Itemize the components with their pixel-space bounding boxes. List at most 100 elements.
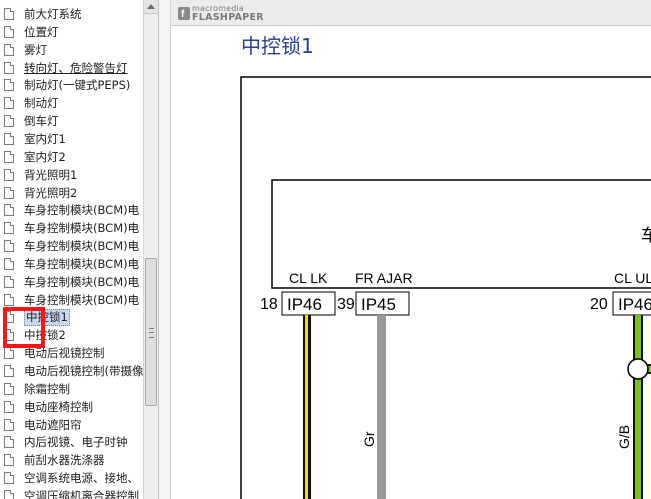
- tree-item-label: 空调系统电源、接地、: [24, 471, 139, 486]
- tree-item-label: 除霜控制: [24, 381, 70, 396]
- tree-item-label: 内后视镜、电子时钟: [24, 435, 128, 450]
- document-icon: [4, 8, 14, 20]
- document-icon: [4, 454, 14, 467]
- tree-item-label: 车身控制模块(BCM)电: [24, 256, 140, 271]
- tree-item-label: 位置灯: [24, 24, 59, 39]
- tree-item-label: 车身控制模块(BCM)电: [24, 203, 140, 218]
- tree-item-label: 雾灯: [24, 42, 47, 57]
- document-outline-tree: 前大灯系统 位置灯 雾灯 转向灯、危险警告灯 制动灯(一键式PEPS) 制动灯 倒车灯 室内灯…: [0, 0, 143, 499]
- wiring-diagram: 车 CL LK FR AJAR CL UL 18 39 20 IP46 IP45…: [240, 76, 651, 499]
- tree-item[interactable]: 空调压缩机离合器控制: [0, 487, 143, 499]
- tree-item-label: 电动遮阳帘: [24, 417, 82, 432]
- tree-item-label: 电动座椅控制: [24, 399, 93, 414]
- tree-item[interactable]: 车身控制模块(BCM)电: [0, 237, 143, 255]
- tree-item-label: 转向灯、危险警告灯: [24, 60, 128, 75]
- pin-signal-fr-ajar: FR AJAR: [355, 270, 413, 286]
- document-icon: [4, 150, 14, 163]
- document-icon: [4, 97, 14, 110]
- document-icon: [4, 436, 14, 449]
- tree-item[interactable]: 电动座椅控制: [0, 398, 143, 416]
- tree-scrollbar[interactable]: [143, 0, 158, 499]
- tree-item[interactable]: 车身控制模块(BCM)电: [0, 273, 143, 291]
- document-icon: [4, 25, 14, 38]
- tree-item-label: 背光照明2: [24, 185, 78, 200]
- wire-gray: [377, 315, 386, 499]
- tree-item[interactable]: 内后视镜、电子时钟: [0, 433, 143, 451]
- document-icon: [4, 115, 14, 128]
- flashpaper-viewer: f macromedia FLASHPAPER 中控锁1 车 CL LK FR …: [158, 0, 651, 499]
- pin-signal-cl-lk: CL LK: [289, 270, 328, 286]
- document-icon: [4, 204, 14, 217]
- tree-item-label: 前刮水器洗涤器: [24, 453, 105, 468]
- tree-item[interactable]: 除霜控制: [0, 380, 143, 398]
- wire-yellow-stripe: [305, 315, 308, 499]
- document-icon: [4, 186, 14, 199]
- tree-item[interactable]: 车身控制模块(BCM)电: [0, 201, 143, 219]
- tree-item-label: 车身控制模块(BCM)电: [24, 221, 140, 236]
- tree-item-label: 前大灯系统: [24, 7, 82, 21]
- document-icon: [4, 61, 14, 74]
- document-icon: [4, 489, 14, 499]
- document-icon: [4, 275, 14, 288]
- module-box: [271, 179, 651, 289]
- document-icon: [4, 222, 14, 235]
- tree-item[interactable]: 位置灯: [0, 23, 143, 41]
- tree-item-label: 电动后视镜控制(带摄像: [24, 364, 143, 378]
- tree-item-label: 室内灯2: [24, 149, 66, 164]
- document-icon: [4, 293, 14, 306]
- tree-item[interactable]: 倒车灯: [0, 112, 143, 130]
- module-label: 车: [641, 226, 651, 245]
- tree-item[interactable]: 制动灯: [0, 94, 143, 112]
- document-icon: [4, 257, 14, 270]
- wire-color-gr: Gr: [361, 431, 377, 447]
- tree-item[interactable]: 背光照明1: [0, 166, 143, 184]
- pin-number-20: 20: [590, 296, 608, 313]
- document-icon: [4, 472, 14, 485]
- connector-label-ip45: IP45: [361, 295, 396, 314]
- wire-green-stripe: [635, 315, 641, 499]
- tree-item-label: 背光照明1: [24, 167, 78, 182]
- tree-item[interactable]: 电动后视镜控制(带摄像: [0, 362, 143, 380]
- pin-number-18: 18: [260, 296, 278, 313]
- document-icon: [4, 79, 14, 92]
- tree-item[interactable]: 室内灯2: [0, 148, 143, 166]
- wire-color-g-b: G/B: [616, 425, 632, 449]
- tree-item[interactable]: 车身控制模块(BCM)电: [0, 219, 143, 237]
- grip-icon: [149, 328, 154, 338]
- tree-item[interactable]: 车身控制模块(BCM)电: [0, 291, 143, 309]
- tree-item-label: 空调压缩机离合器控制: [24, 488, 139, 499]
- tree-item[interactable]: 室内灯1: [0, 130, 143, 148]
- tree-item-label: 车身控制模块(BCM)电: [24, 239, 140, 254]
- tree-item[interactable]: 转向灯、危险警告灯: [0, 59, 143, 77]
- tree-item[interactable]: 制动灯(一键式PEPS): [0, 76, 143, 94]
- document-icon: [4, 43, 14, 56]
- wire-splice-node: [627, 358, 649, 380]
- document-icon: [4, 132, 14, 145]
- tree-item-label: 车身控制模块(BCM)电: [24, 292, 140, 307]
- document-icon: [4, 347, 14, 360]
- document-icon: [4, 418, 14, 431]
- tree-item[interactable]: 电动遮阳帘: [0, 416, 143, 434]
- red-highlight-annotation: [3, 307, 45, 348]
- tree-item-label: 室内灯1: [24, 131, 66, 146]
- tree-item[interactable]: 背光照明2: [0, 184, 143, 202]
- tree-item-label: 制动灯(一键式PEPS): [24, 78, 131, 93]
- document-icon: [4, 365, 14, 377]
- connector-label-ip46-left: IP46: [287, 295, 322, 314]
- tree-item[interactable]: 空调系统电源、接地、: [0, 469, 143, 487]
- scrollbar-thumb[interactable]: [145, 258, 157, 406]
- pin-number-39: 39: [337, 296, 355, 313]
- document-icon: [4, 382, 14, 395]
- tree-item-label: 制动灯: [24, 96, 59, 111]
- tree-item[interactable]: 前大灯系统: [0, 5, 143, 23]
- tree-item[interactable]: 车身控制模块(BCM)电: [0, 255, 143, 273]
- tree-item[interactable]: 雾灯: [0, 41, 143, 59]
- pin-signal-cl-ul: CL UL: [614, 270, 651, 286]
- tree-item[interactable]: 前刮水器洗涤器: [0, 451, 143, 469]
- document-icon: [4, 240, 14, 253]
- scroll-up-arrow-icon[interactable]: [144, 0, 158, 14]
- tree-item-label: 车身控制模块(BCM)电: [24, 274, 140, 289]
- document-icon: [4, 168, 14, 181]
- document-icon: [4, 400, 14, 413]
- connector-label-ip46-right: IP46: [618, 295, 651, 314]
